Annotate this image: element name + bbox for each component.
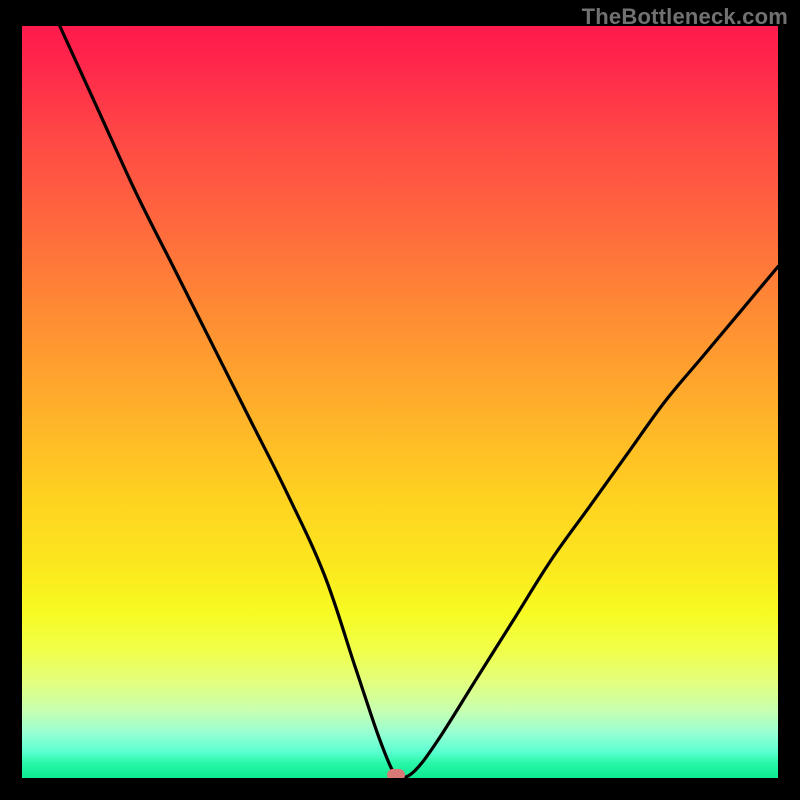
optimal-point-marker <box>387 769 405 778</box>
plot-area <box>22 26 778 778</box>
watermark-text: TheBottleneck.com <box>582 4 788 30</box>
chart-frame: TheBottleneck.com <box>0 0 800 800</box>
bottleneck-curve <box>22 26 778 778</box>
